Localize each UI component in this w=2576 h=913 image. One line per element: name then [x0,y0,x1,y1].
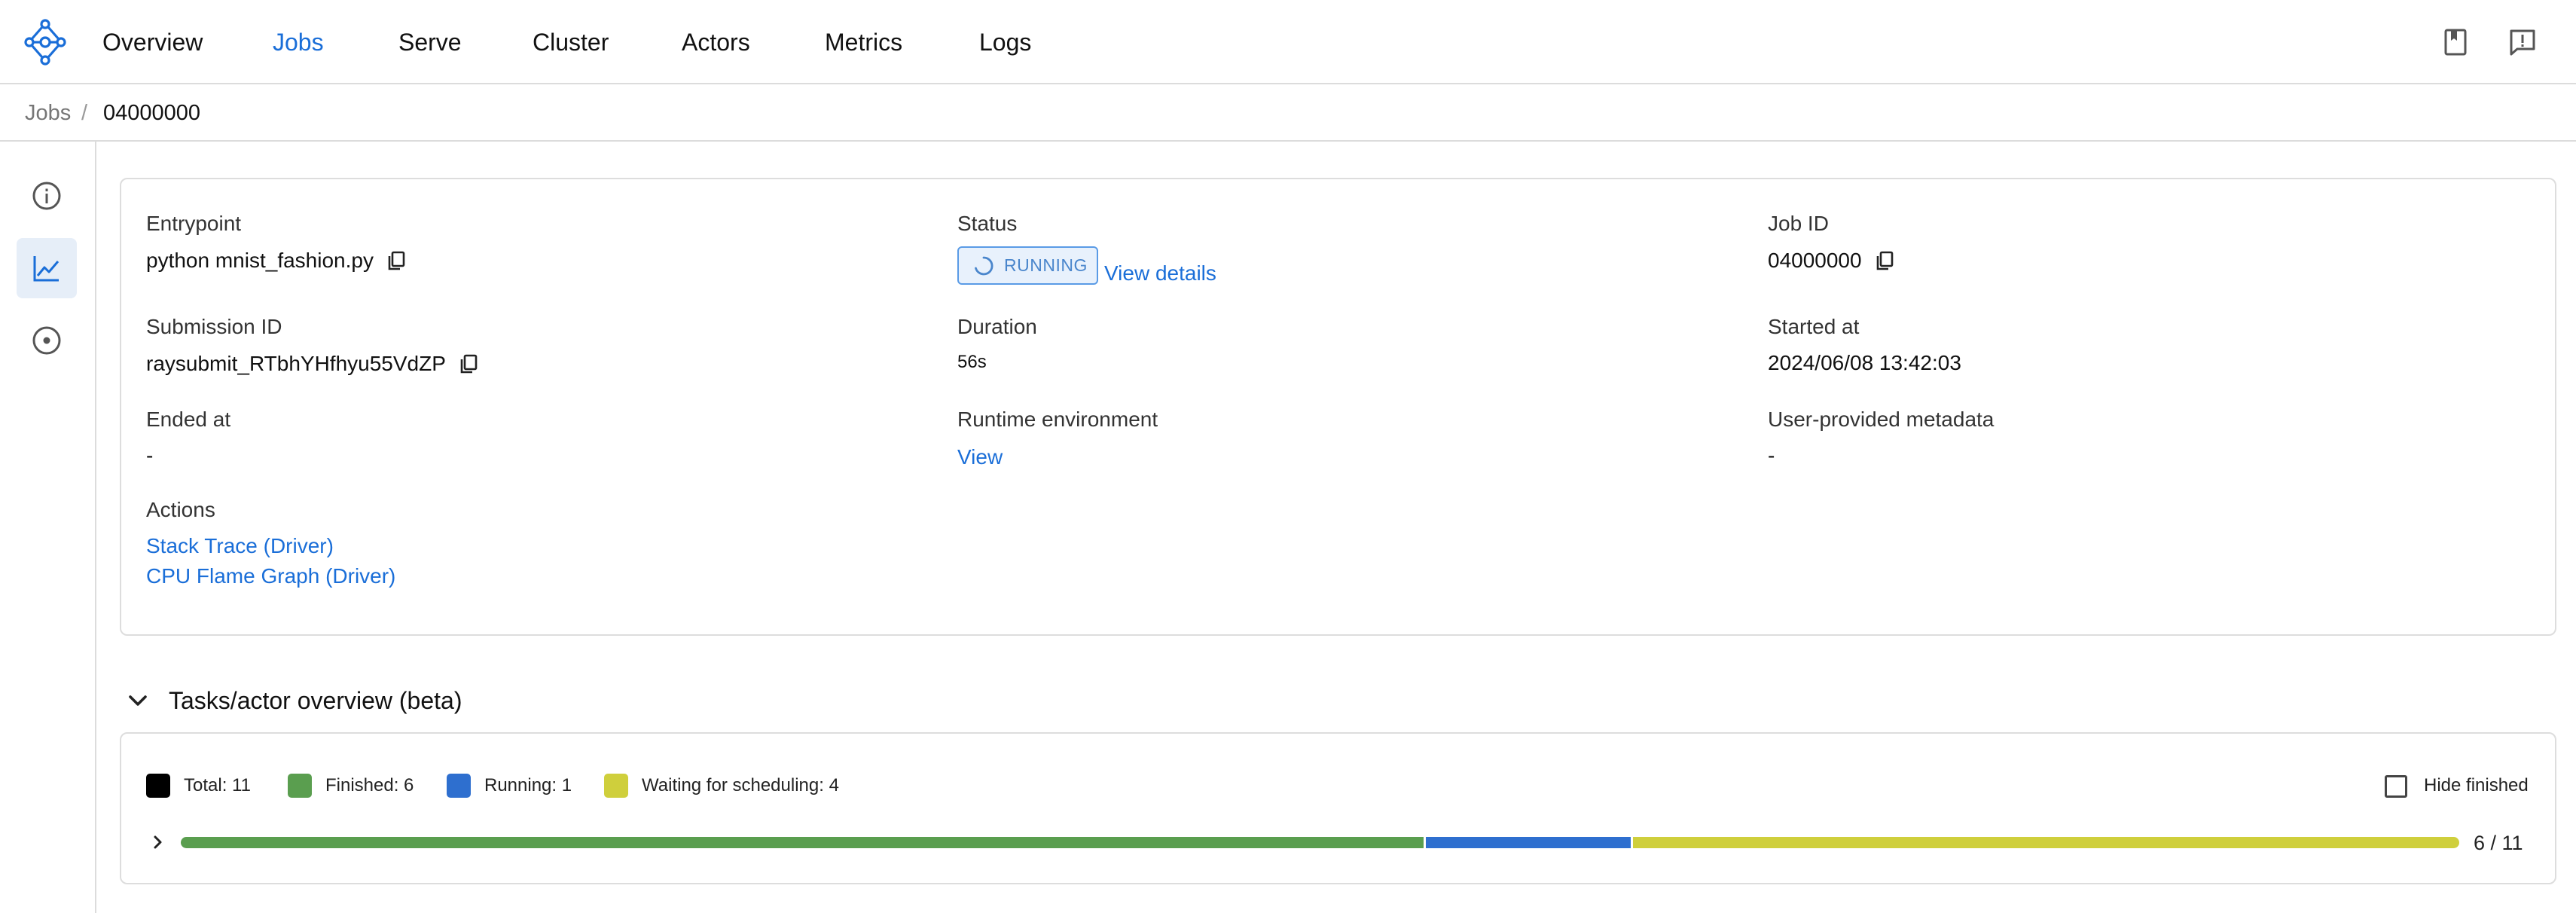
legend-finished-swatch [288,774,312,798]
legend-waiting-label: Waiting for scheduling: 4 [642,775,839,795]
nav-overview[interactable]: Overview [102,27,203,57]
feedback-icon[interactable] [2506,26,2539,59]
duration-label: Duration [957,315,1037,338]
nav-logs[interactable]: Logs [979,27,1031,57]
loading-spinner-icon [975,256,993,275]
progress-segment-waiting [1631,837,2459,848]
chevron-right-icon[interactable] [148,832,169,853]
entrypoint-value: python mnist_fashion.py [146,248,407,273]
legend-finished-label: Finished: 6 [325,775,414,795]
actions-label: Actions [146,498,215,521]
cpu-flame-graph-link[interactable]: CPU Flame Graph (Driver) [146,563,395,589]
rail-target-button[interactable] [17,310,77,371]
legend-waiting-swatch [604,774,628,798]
breadcrumb-current: 04000000 [103,101,201,125]
nav-serve[interactable]: Serve [398,27,462,57]
side-rail [0,142,96,913]
view-details-link[interactable]: View details [1104,261,1216,286]
tasks-overview-header[interactable]: Tasks/actor overview (beta) [125,684,462,717]
tasks-overview-title: Tasks/actor overview (beta) [169,686,462,714]
top-navigation-bar: Overview Jobs Serve Cluster Actors Metri… [0,0,2576,84]
task-progress-bar [181,837,2459,848]
nav-jobs[interactable]: Jobs [273,27,324,57]
job-summary-card [120,178,2556,636]
job-id-text: 04000000 [1768,249,1862,272]
submission-id-text: raysubmit_RTbhYHfhyu55VdZP [146,352,446,375]
runtime-env-label: Runtime environment [957,408,1158,431]
breadcrumb: Jobs / 04000000 [0,84,2576,142]
ended-at-value: - [146,444,154,467]
legend-total-label: Total: 11 [184,775,251,795]
entrypoint-text: python mnist_fashion.py [146,249,374,272]
duration-value: 56s [957,352,987,372]
legend-finished: Finished: 6 [288,773,414,798]
tasks-overview-card [120,732,2556,884]
job-id-label: Job ID [1768,212,1829,235]
nav-metrics[interactable]: Metrics [825,27,902,57]
started-at-label: Started at [1768,315,1860,338]
legend-running-label: Running: 1 [484,775,572,795]
chart-line-icon [33,256,60,282]
submission-id-label: Submission ID [146,315,282,338]
entrypoint-label: Entrypoint [146,212,242,235]
progress-segment-running [1424,837,1631,848]
started-at-value: 2024/06/08 13:42:03 [1768,351,1961,374]
copy-icon[interactable] [386,250,407,271]
legend-total: Total: 11 [146,773,251,798]
rail-chart-button[interactable] [17,238,77,298]
info-icon [32,182,61,210]
legend-waiting: Waiting for scheduling: 4 [604,773,839,798]
nav-cluster[interactable]: Cluster [533,27,609,57]
job-id-value: 04000000 [1768,248,1895,273]
progress-segment-finished [181,837,1424,848]
nav-actors[interactable]: Actors [682,27,750,57]
status-label: Status [957,212,1018,235]
progress-count: 6 / 11 [2474,832,2523,854]
legend-running-swatch [447,774,471,798]
runtime-env-view-link[interactable]: View [957,444,1003,470]
metadata-label: User-provided metadata [1768,408,1995,431]
ended-at-label: Ended at [146,408,231,431]
ray-logo-icon[interactable] [23,18,68,66]
copy-icon[interactable] [458,353,479,374]
submission-id-value: raysubmit_RTbhYHfhyu55VdZP [146,351,479,377]
chevron-down-icon [129,695,147,706]
breadcrumb-separator: / [81,101,88,125]
copy-icon[interactable] [1874,250,1895,271]
status-badge: RUNNING [957,246,1098,285]
legend-running: Running: 1 [447,773,572,798]
breadcrumb-jobs-link[interactable]: Jobs [25,99,71,127]
hide-finished-label: Hide finished [2424,775,2529,795]
rail-info-button[interactable] [17,166,77,226]
legend-total-swatch [146,774,170,798]
stack-trace-link[interactable]: Stack Trace (Driver) [146,533,334,559]
target-icon [32,326,61,355]
hide-finished-checkbox[interactable] [2385,775,2407,798]
docs-book-icon[interactable] [2439,26,2472,59]
metadata-value: - [1768,444,1775,467]
status-text: RUNNING [1004,255,1088,275]
